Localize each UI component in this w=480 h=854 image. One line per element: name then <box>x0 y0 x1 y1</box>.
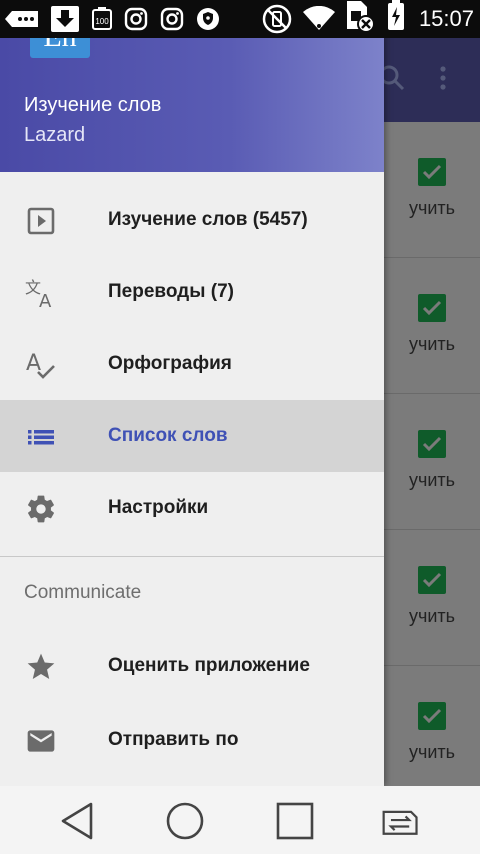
learn-label: учить <box>408 742 456 762</box>
clock: 15:07 <box>418 6 474 31</box>
drawer-title: Изучение слов <box>24 94 162 116</box>
menu-item-label: Настройки <box>108 497 209 518</box>
vpn-shield-icon <box>196 7 220 31</box>
gear-icon <box>24 492 58 526</box>
email-icon <box>24 724 58 758</box>
divider <box>0 556 384 557</box>
drawer-subtitle: Lazard <box>24 124 86 146</box>
download-icon <box>48 6 82 32</box>
more-icon <box>4 7 42 31</box>
home-icon[interactable] <box>164 800 206 842</box>
wifi-icon <box>302 6 336 31</box>
menu-item-word-list[interactable]: Список слов <box>0 400 384 472</box>
vibrate-off-icon <box>262 4 292 34</box>
menu-item-label: Отправить по <box>108 729 239 750</box>
svg-text:100: 100 <box>95 17 109 26</box>
learn-checkbox[interactable] <box>418 294 446 322</box>
switch-sim-icon[interactable] <box>380 800 422 842</box>
instagram-icon <box>124 7 148 31</box>
charging-icon <box>386 0 406 30</box>
sim-missing-icon <box>344 1 376 33</box>
spellcheck-icon: A <box>24 348 58 382</box>
learn-label: учить <box>408 470 456 490</box>
menu-item-label: Список слов <box>108 425 228 446</box>
menu-item-label: Орфография <box>108 353 232 374</box>
play-icon <box>24 204 58 238</box>
menu-item-study-words[interactable]: Изучение слов (5457) <box>0 184 384 256</box>
learn-label: учить <box>408 334 456 354</box>
instagram-icon <box>160 7 184 31</box>
menu-item-label: Оценить приложение <box>108 655 310 676</box>
battery-icon: 100 <box>90 7 114 31</box>
navigation-drawer: En Изучение слов Lazard Изучение слов (5… <box>0 0 384 786</box>
learn-label: учить <box>408 198 456 218</box>
translate-icon: 文A <box>24 276 58 310</box>
learn-checkbox[interactable] <box>418 430 446 458</box>
learn-checkbox[interactable] <box>418 702 446 730</box>
list-icon <box>24 420 58 454</box>
learn-checkbox[interactable] <box>418 158 446 186</box>
back-icon[interactable] <box>56 800 98 842</box>
menu-item-translations[interactable]: 文A Переводы (7) <box>0 256 384 328</box>
menu-item-label: Переводы (7) <box>108 281 234 302</box>
section-title: Communicate <box>24 582 142 603</box>
svg-text:A: A <box>39 291 52 310</box>
system-nav-bar <box>0 786 480 854</box>
menu-item-settings[interactable]: Настройки <box>0 472 384 544</box>
recents-icon[interactable] <box>274 800 316 842</box>
menu-item-label: Изучение слов (5457) <box>108 209 308 230</box>
status-bar: 100 15:07 <box>0 0 480 38</box>
menu-item-send-email[interactable]: Отправить по <box>0 704 384 776</box>
menu-item-rate-app[interactable]: Оценить приложение <box>0 630 384 702</box>
overflow-menu-icon[interactable] <box>436 64 450 97</box>
learn-label: учить <box>408 606 456 626</box>
learn-checkbox[interactable] <box>418 566 446 594</box>
menu-item-spelling[interactable]: A Орфография <box>0 328 384 400</box>
star-icon <box>24 650 58 684</box>
